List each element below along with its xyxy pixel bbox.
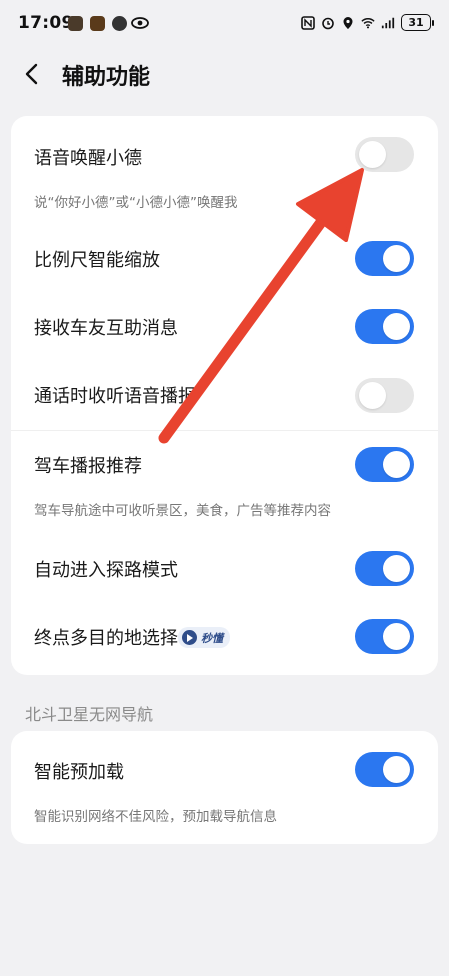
toggle-mutual-help[interactable] <box>355 309 414 344</box>
setting-label-explore-mode: 自动进入探路模式 <box>34 560 178 581</box>
toggle-scale-zoom[interactable] <box>355 241 414 276</box>
toggle-knob <box>383 451 410 478</box>
setting-label-call-broadcast: 通话时收听语音播报 <box>34 386 196 407</box>
nav-bar: 辅助功能 <box>0 52 449 96</box>
video-explainer-badge[interactable]: 秒懂 <box>178 627 230 648</box>
toggle-knob <box>359 141 386 168</box>
setting-label-smart-preload: 智能预加载 <box>34 762 124 783</box>
setting-desc-smart-preload: 智能识别网络不佳风险，预加载导航信息 <box>34 809 277 825</box>
setting-label-mutual-help: 接收车友互助消息 <box>34 318 178 339</box>
settings-card: 语音唤醒小德 说“你好小德”或“小德小德”唤醒我 比例尺智能缩放 接收车友互助消… <box>11 116 438 675</box>
setting-label-drive-recommend: 驾车播报推荐 <box>34 456 142 477</box>
toggle-knob <box>383 313 410 340</box>
setting-desc-drive-recommend: 驾车导航途中可收听景区，美食，广告等推荐内容 <box>34 503 331 519</box>
signal-icon <box>381 17 395 28</box>
alarm-icon <box>322 17 334 29</box>
toggle-drive-recommend[interactable] <box>355 447 414 482</box>
status-icons: 31 <box>301 14 434 31</box>
toggle-knob <box>383 555 410 582</box>
play-icon <box>182 630 197 645</box>
toggle-smart-preload[interactable] <box>355 752 414 787</box>
setting-label-voice-wakeup: 语音唤醒小德 <box>34 148 142 169</box>
toggle-voice-wakeup[interactable] <box>355 137 414 172</box>
settings-card-beidou: 智能预加载 智能识别网络不佳风险，预加载导航信息 <box>11 731 438 844</box>
divider <box>11 430 438 431</box>
back-arrow-icon[interactable] <box>20 62 44 86</box>
status-bar: 17:09 31 <box>0 0 449 48</box>
toggle-knob <box>383 756 410 783</box>
toggle-call-broadcast[interactable] <box>355 378 414 413</box>
app-notification-icon <box>90 16 105 31</box>
section-title: 北斗卫星无网导航 <box>25 705 154 724</box>
toggle-knob <box>383 623 410 650</box>
badge-label: 秒懂 <box>201 631 223 645</box>
app-notification-icon <box>112 16 127 31</box>
setting-desc-voice-wakeup: 说“你好小德”或“小德小德”唤醒我 <box>34 195 238 211</box>
eye-icon <box>131 17 149 29</box>
setting-label-scale-zoom: 比例尺智能缩放 <box>34 250 160 271</box>
toggle-knob <box>359 382 386 409</box>
wifi-icon <box>361 17 375 28</box>
page-title: 辅助功能 <box>62 65 151 90</box>
toggle-explore-mode[interactable] <box>355 551 414 586</box>
battery-indicator: 31 <box>401 14 434 31</box>
toggle-multi-destination[interactable] <box>355 619 414 654</box>
app-notification-icon <box>68 16 83 31</box>
status-time: 17:09 <box>18 13 74 33</box>
toggle-knob <box>383 245 410 272</box>
location-icon <box>343 16 353 29</box>
setting-label-multi-destination: 终点多目的地选择 <box>34 628 178 649</box>
nfc-icon <box>301 15 315 30</box>
